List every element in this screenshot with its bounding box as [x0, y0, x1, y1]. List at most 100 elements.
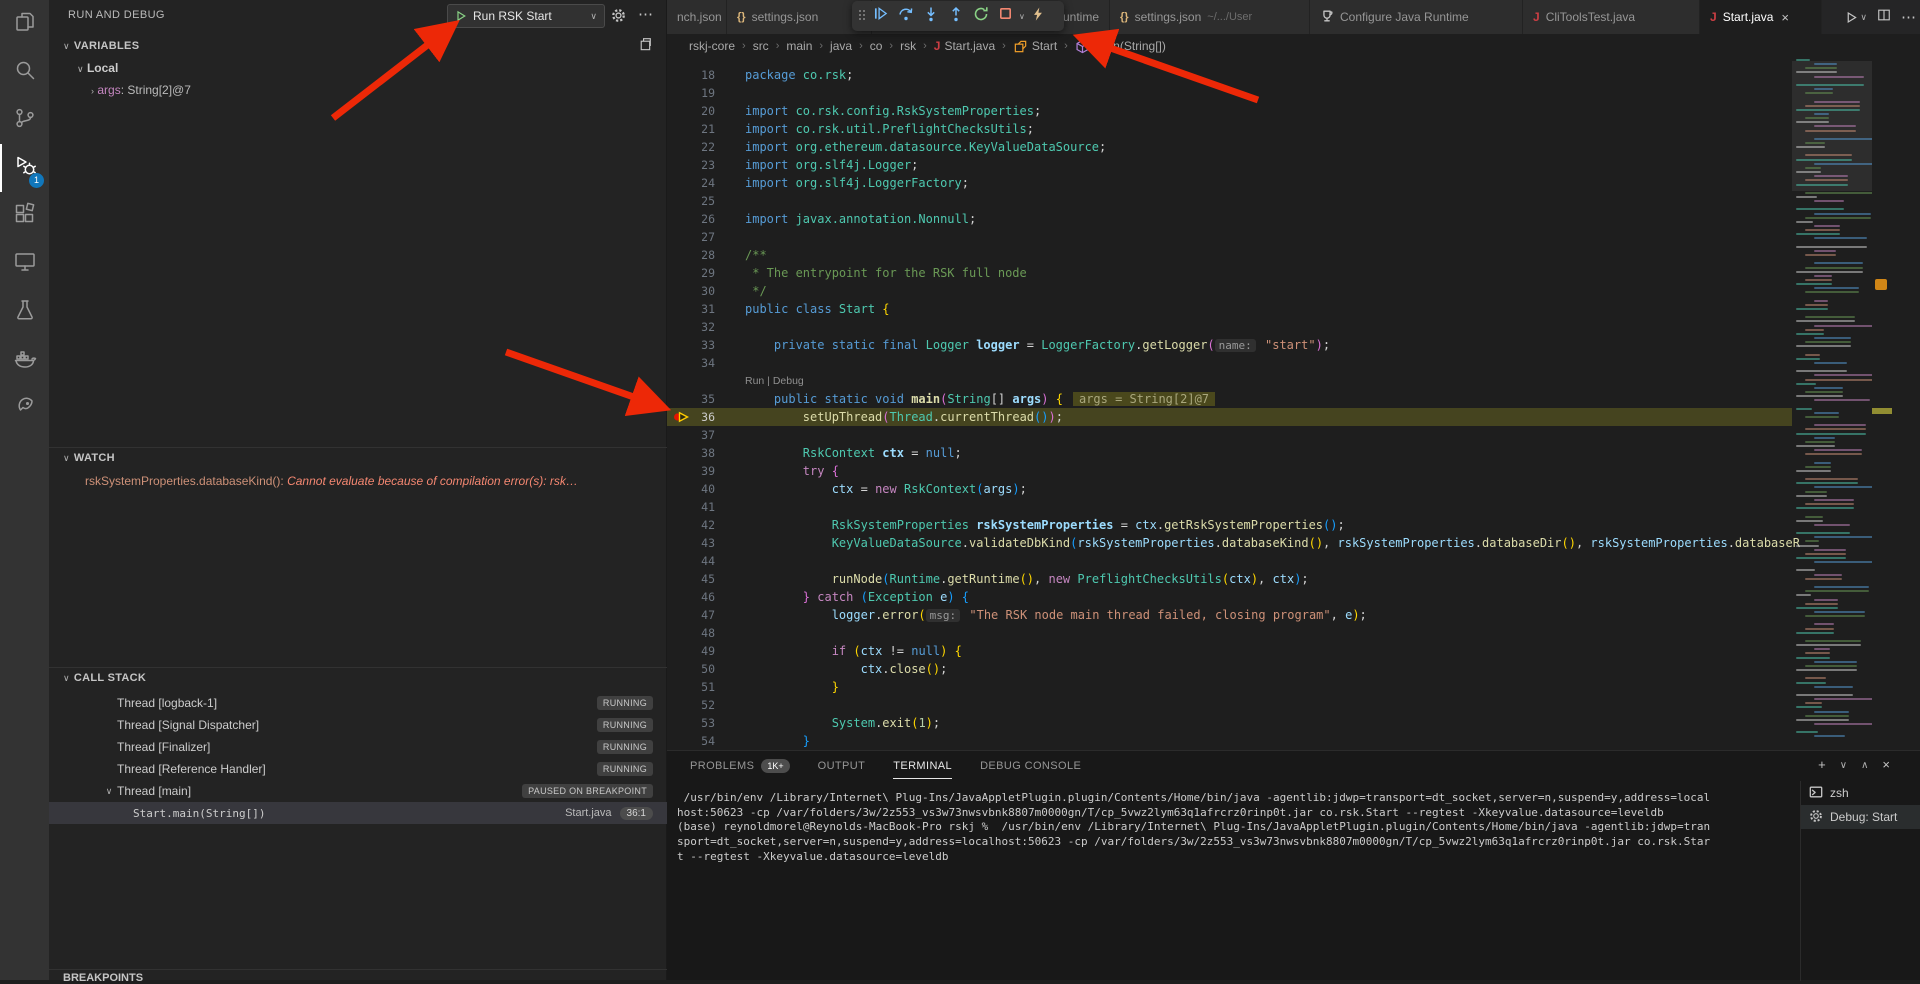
watch-section-header[interactable]: ∨ WATCH	[63, 452, 115, 464]
stop-button[interactable]	[993, 3, 1018, 29]
breadcrumb-item[interactable]: Start	[1013, 39, 1057, 54]
terminal-output[interactable]: /usr/bin/env /Library/Internet\ Plug-Ins…	[677, 791, 1797, 865]
activity-bar-item-testing[interactable]	[0, 288, 49, 336]
breadcrumb-item[interactable]: JStart.java	[934, 39, 995, 53]
code-line[interactable]: 44	[667, 552, 1920, 570]
split-editor-icon[interactable]	[1877, 8, 1891, 27]
code-line[interactable]: 18package co.rsk;	[667, 66, 1920, 84]
code-line[interactable]: 34	[667, 354, 1920, 372]
code-line[interactable]: 21import co.rsk.util.PreflightChecksUtil…	[667, 120, 1920, 138]
breadcrumb-item[interactable]: rskj-core	[689, 39, 735, 53]
tab-clitoolstest-java[interactable]: JCliToolsTest.java	[1523, 0, 1700, 34]
code-line[interactable]: 46 } catch (Exception e) {	[667, 588, 1920, 606]
code-line[interactable]: 47 logger.error(msg: "The RSK node main …	[667, 606, 1920, 624]
run-java-button[interactable]: ∨	[1845, 11, 1867, 24]
tab-start-java[interactable]: JStart.java×	[1700, 0, 1822, 34]
minimap[interactable]	[1792, 59, 1872, 750]
code-line[interactable]: 42 RskSystemProperties rskSystemProperti…	[667, 516, 1920, 534]
tab-nch-json[interactable]: nch.json	[667, 0, 727, 34]
code-line[interactable]: 37	[667, 426, 1920, 444]
terminal-instance-debug-start[interactable]: Debug: Start	[1801, 805, 1920, 829]
tab-settings-json[interactable]: {}settings.json	[727, 0, 872, 34]
restart-button[interactable]	[968, 3, 993, 29]
panel-tab-debug-console[interactable]: DEBUG CONSOLE	[980, 759, 1081, 779]
code-line[interactable]: 24import org.slf4j.LoggerFactory;	[667, 174, 1920, 192]
call-stack-thread[interactable]: ∨Thread [main]PAUSED ON BREAKPOINT	[49, 780, 667, 802]
activity-bar-item-run-and-debug[interactable]: 1	[0, 144, 49, 192]
call-stack-thread[interactable]: Thread [Signal Dispatcher]RUNNING	[49, 714, 667, 736]
maximize-panel-icon[interactable]: ∧	[1861, 760, 1868, 772]
code-line[interactable]: 40 ctx = new RskContext(args);	[667, 480, 1920, 498]
tab-configure-java-runtime[interactable]: Configure Java Runtime	[1310, 0, 1523, 34]
drag-handle-icon[interactable]	[856, 8, 868, 24]
code-line[interactable]: 53 System.exit(1);	[667, 714, 1920, 732]
continue-button[interactable]	[868, 3, 893, 29]
code-line[interactable]: 38 RskContext ctx = null;	[667, 444, 1920, 462]
activity-bar-item-explorer[interactable]	[0, 0, 49, 48]
code-line[interactable]: 39 try {	[667, 462, 1920, 480]
step-over-button[interactable]	[893, 3, 918, 29]
chevron-down-icon[interactable]: ∨	[1840, 760, 1847, 772]
activity-bar-item-gradle[interactable]	[0, 384, 49, 432]
code-line[interactable]: 29 * The entrypoint for the RSK full nod…	[667, 264, 1920, 282]
activity-bar-item-source-control[interactable]	[0, 96, 49, 144]
call-stack-section-header[interactable]: ∨ CALL STACK	[63, 672, 146, 684]
breadcrumb-item[interactable]: co	[870, 39, 883, 53]
new-terminal-icon[interactable]: +	[1818, 757, 1826, 772]
code-line[interactable]: 52	[667, 696, 1920, 714]
codelens-row[interactable]: Run | Debug	[667, 372, 1920, 390]
code-line[interactable]: 28/**	[667, 246, 1920, 264]
breadcrumb-item[interactable]: main	[786, 39, 812, 53]
code-line[interactable]: 19	[667, 84, 1920, 102]
panel-tab-problems[interactable]: PROBLEMS1K+	[690, 759, 790, 779]
code-line[interactable]: 20import co.rsk.config.RskSystemProperti…	[667, 102, 1920, 120]
gear-icon[interactable]	[611, 8, 626, 23]
code-line[interactable]: 54 }	[667, 732, 1920, 750]
call-stack-thread[interactable]: Thread [Reference Handler]RUNNING	[49, 758, 667, 780]
code-line[interactable]: 35 public static void main(String[] args…	[667, 390, 1920, 408]
code-line[interactable]: 25	[667, 192, 1920, 210]
code-line[interactable]: 51 }	[667, 678, 1920, 696]
launch-config-dropdown[interactable]: Run RSK Start ∨	[447, 4, 605, 28]
hot-code-replace-button[interactable]	[1026, 3, 1051, 29]
activity-bar-item-extensions[interactable]	[0, 192, 49, 240]
panel-tab-output[interactable]: OUTPUT	[818, 759, 866, 779]
code-line[interactable]: 32	[667, 318, 1920, 336]
code-line[interactable]: 33 private static final Logger logger = …	[667, 336, 1920, 354]
breadcrumb-item[interactable]: rsk	[900, 39, 916, 53]
step-out-button[interactable]	[943, 3, 968, 29]
more-actions-icon[interactable]: ⋯	[638, 5, 653, 23]
breadcrumb-item[interactable]: main(String[])	[1075, 39, 1166, 54]
variables-scope-local[interactable]: ∨ Local	[77, 61, 118, 75]
close-panel-icon[interactable]: ×	[1882, 757, 1890, 772]
close-icon[interactable]: ×	[1781, 10, 1789, 25]
activity-bar-item-search[interactable]	[0, 48, 49, 96]
call-stack-thread[interactable]: Thread [logback-1]RUNNING	[49, 692, 667, 714]
watch-expression[interactable]: rskSystemProperties.databaseKind(): Cann…	[85, 474, 657, 488]
activity-bar-item-remote-explorer[interactable]	[0, 240, 49, 288]
stack-frame[interactable]: Start.main(String[])Start.java36:1	[49, 802, 667, 824]
step-into-button[interactable]	[918, 3, 943, 29]
variable-args[interactable]: › args: String[2]@7	[91, 83, 191, 97]
code-line[interactable]: 27	[667, 228, 1920, 246]
variables-section-header[interactable]: ∨ VARIABLES	[63, 40, 139, 52]
breadcrumb-item[interactable]: src	[753, 39, 769, 53]
code-line[interactable]: 49 if (ctx != null) {	[667, 642, 1920, 660]
terminal-instance-zsh[interactable]: zsh	[1801, 781, 1920, 805]
code-line[interactable]: 41	[667, 498, 1920, 516]
code-line[interactable]: 48	[667, 624, 1920, 642]
code-line[interactable]: 30 */	[667, 282, 1920, 300]
tab-settings-json[interactable]: {}settings.json~/.../User	[1110, 0, 1310, 34]
breakpoints-section-header[interactable]: BREAKPOINTS	[63, 972, 143, 984]
chevron-down-icon[interactable]: ∨	[1019, 12, 1025, 21]
breadcrumb-item[interactable]: java	[830, 39, 852, 53]
code-line[interactable]: 31public class Start {	[667, 300, 1920, 318]
window-icon[interactable]	[637, 37, 652, 57]
code-line[interactable]: 50 ctx.close();	[667, 660, 1920, 678]
code-line[interactable]: 36 setUpThread(Thread.currentThread());	[667, 408, 1920, 426]
code-line[interactable]: 45 runNode(Runtime.getRuntime(), new Pre…	[667, 570, 1920, 588]
activity-bar-item-docker[interactable]	[0, 336, 49, 384]
code-line[interactable]: 26import javax.annotation.Nonnull;	[667, 210, 1920, 228]
more-actions-icon[interactable]: ⋯	[1901, 8, 1916, 26]
code-line[interactable]: 23import org.slf4j.Logger;	[667, 156, 1920, 174]
